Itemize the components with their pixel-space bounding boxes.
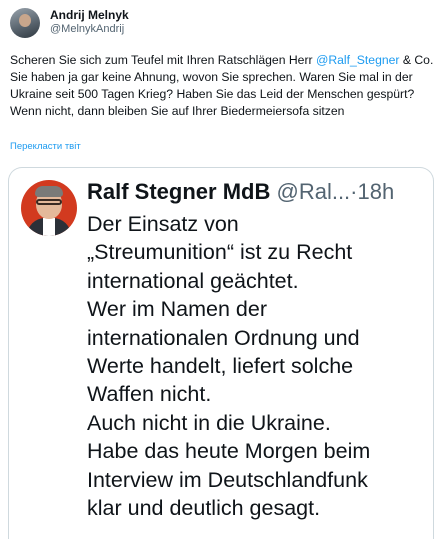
quoted-text-line: Habe das heute Morgen beim: [87, 439, 371, 464]
avatar-shirt-shape: [43, 218, 55, 236]
quoted-author-avatar[interactable]: [21, 180, 77, 236]
mention-link[interactable]: @Ralf_Stegner: [316, 53, 400, 67]
quoted-text-line: international geächtet.: [87, 268, 299, 293]
quoted-text-line: internationalen Ordnung und: [87, 325, 360, 350]
tweet-text: Scheren Sie sich zum Teufel mit Ihren Ra…: [10, 52, 438, 120]
avatar-glasses-shape: [36, 199, 62, 205]
quoted-separator: ·: [350, 179, 358, 204]
quoted-text-line: klar und deutlich gesagt.: [87, 496, 321, 521]
tweet-header: Andrij Melnyk @MelnykAndrij: [10, 8, 129, 38]
quoted-tweet-header: Ralf Stegner MdB @Ral...·18h: [87, 178, 427, 206]
translate-tweet-link[interactable]: Перекласти твіт: [10, 141, 81, 152]
quoted-handle[interactable]: @Ral...: [276, 179, 350, 204]
quoted-tweet-card[interactable]: Ralf Stegner MdB @Ral...·18h Der Einsatz…: [8, 167, 434, 539]
tweet-text-part1: Scheren Sie sich zum Teufel mit Ihren Ra…: [10, 53, 316, 67]
quoted-text-line: Interview im Deutschlandfunk: [87, 467, 368, 492]
author-handle[interactable]: @MelnykAndrij: [50, 22, 129, 36]
quoted-text-line: „Streumunition“ ist zu Recht: [87, 240, 353, 265]
tweet-paragraph-1: Scheren Sie sich zum Teufel mit Ihren Ra…: [10, 52, 438, 69]
tweet-paragraph-2: Sie haben ja gar keine Ahnung, wovon Sie…: [10, 70, 415, 118]
quoted-text-line: Waffen nicht.: [87, 382, 212, 407]
quoted-display-name[interactable]: Ralf Stegner MdB: [87, 179, 270, 204]
avatar-hair-shape: [35, 186, 63, 197]
quoted-text-line: Werte handelt, liefert solche: [87, 354, 354, 379]
quoted-text-line: Auch nicht in die Ukraine.: [87, 410, 331, 435]
author-display-name[interactable]: Andrij Melnyk: [50, 8, 129, 22]
quoted-text-line: Wer im Namen der: [87, 297, 268, 322]
quoted-tweet-text: Der Einsatz von „Streumunition“ ist zu R…: [87, 210, 427, 522]
tweet-text-part2: & Co.: [399, 53, 434, 67]
quoted-text-line: Der Einsatz von: [87, 212, 239, 236]
quoted-timestamp[interactable]: 18h: [358, 179, 395, 204]
author-avatar[interactable]: [10, 8, 40, 38]
author-names: Andrij Melnyk @MelnykAndrij: [50, 8, 129, 36]
